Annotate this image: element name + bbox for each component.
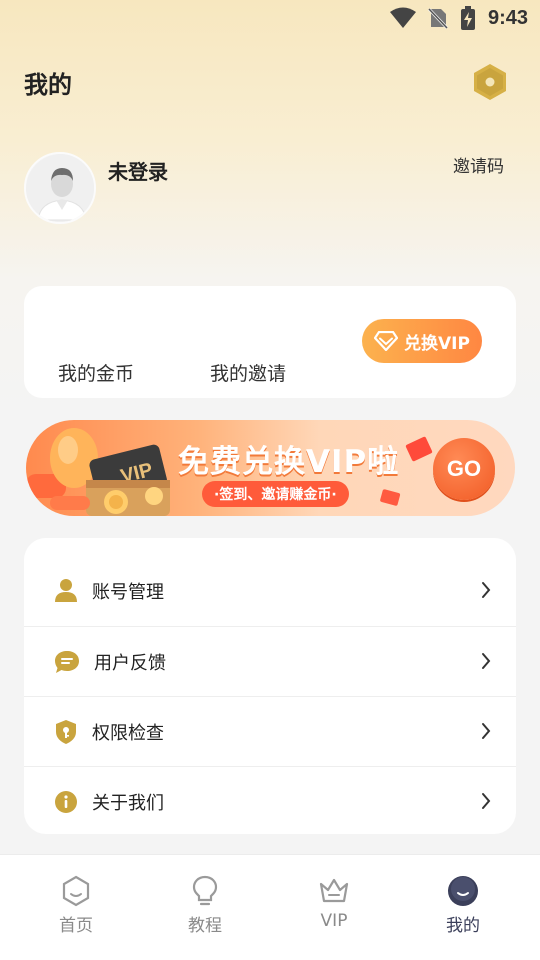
redeem-vip-label: 兑换VIP (404, 333, 470, 354)
crown-icon (319, 878, 349, 903)
page-header: 我的 (24, 58, 510, 106)
status-bar: 9:43 (0, 0, 540, 36)
vip-promo-banner[interactable]: VIP 免费兑换VIP啦 ·签到、邀请赚金币· GO (26, 420, 515, 516)
redeem-vip-button[interactable]: 兑换VIP (362, 319, 482, 363)
page-title: 我的 (24, 70, 72, 99)
banner-headline: 免费兑换VIP啦 (178, 444, 400, 480)
banner-subline: ·签到、邀请赚金币· (202, 481, 349, 507)
menu-item-account-management[interactable]: 账号管理 (24, 556, 516, 626)
diamond-icon (374, 331, 399, 351)
menu-item-permission-check[interactable]: 权限检查 (24, 696, 516, 766)
battery-charging-icon (460, 6, 475, 30)
shield-icon (56, 719, 76, 744)
tab-mine[interactable]: 我的 (413, 875, 513, 936)
menu-item-label: 用户反馈 (94, 652, 166, 674)
settings-icon[interactable] (470, 62, 510, 102)
red-envelope-icon (405, 436, 433, 462)
my-coins-link[interactable]: 我的金币 (58, 359, 134, 386)
menu-item-about-us[interactable]: 关于我们 (24, 766, 516, 836)
hexagon-icon (62, 875, 90, 907)
bottom-tab-bar: 首页 教程 VIP 我的 (0, 854, 540, 960)
tab-label: 首页 (59, 916, 93, 936)
tab-label: 教程 (188, 916, 222, 936)
avatar[interactable] (24, 152, 96, 224)
status-time: 9:43 (487, 6, 528, 29)
banner-go-label: GO (446, 456, 482, 481)
tab-label: VIP (320, 911, 348, 931)
info-icon (55, 790, 77, 813)
chevron-right-icon (482, 793, 491, 809)
invite-code-link[interactable]: 邀请码 (453, 152, 504, 177)
red-envelope-icon (380, 489, 401, 506)
profile-face-icon (448, 876, 478, 906)
banner-illustration: VIP (26, 428, 170, 516)
banner-go-button[interactable]: GO (433, 438, 495, 500)
lightbulb-icon (192, 875, 218, 906)
tab-label: 我的 (446, 916, 480, 936)
profile-section: 未登录 邀请码 (24, 152, 504, 228)
no-sim-icon (427, 7, 448, 29)
username-login-link[interactable]: 未登录 (108, 156, 168, 185)
tab-tutorial[interactable]: 教程 (155, 875, 255, 936)
wallet-card: 我的金币 我的邀请 兑换VIP (24, 286, 516, 398)
chevron-right-icon (482, 723, 491, 739)
menu-item-user-feedback[interactable]: 用户反馈 (24, 626, 516, 696)
chevron-right-icon (482, 582, 491, 598)
default-avatar-icon (26, 154, 94, 222)
user-icon (55, 579, 77, 602)
menu-item-label: 权限检查 (92, 722, 164, 744)
chevron-right-icon (482, 653, 491, 669)
wifi-icon (389, 7, 416, 28)
tab-home[interactable]: 首页 (26, 875, 126, 936)
tab-vip[interactable]: VIP (284, 875, 384, 931)
chat-icon (55, 650, 79, 673)
my-invites-link[interactable]: 我的邀请 (210, 359, 286, 386)
settings-menu: 账号管理 用户反馈 权限检查 关于我们 (24, 538, 516, 834)
menu-item-label: 关于我们 (92, 792, 164, 814)
menu-item-label: 账号管理 (92, 582, 164, 603)
